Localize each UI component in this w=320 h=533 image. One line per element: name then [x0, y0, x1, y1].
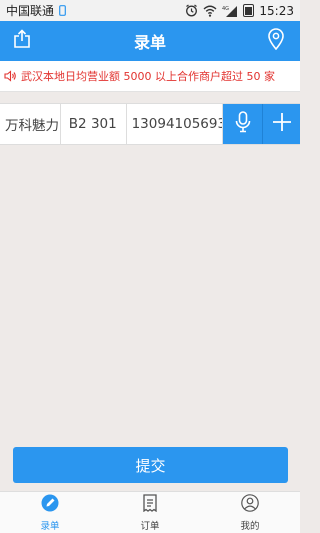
microphone-icon — [235, 111, 251, 137]
add-entry-button[interactable] — [263, 104, 300, 144]
speaker-icon — [4, 67, 17, 86]
network-type: 4G — [222, 6, 229, 12]
app-header: 录单 — [0, 21, 300, 61]
plus-icon — [272, 112, 292, 136]
nav-item-mine[interactable]: 我的 — [200, 492, 300, 533]
nav-label-orders: 订单 — [140, 520, 160, 532]
voice-input-button[interactable] — [223, 104, 264, 144]
wifi-icon — [203, 5, 217, 17]
page-title: 录单 — [133, 33, 166, 52]
bottom-nav: 录单 订单 我的 — [0, 491, 300, 533]
receipt-icon — [142, 493, 158, 516]
clock-time: 15:23 — [259, 3, 294, 18]
notice-text: 武汉本地日均营业额 5000 以上合作商户超过 50 家 — [21, 70, 275, 83]
nav-item-record[interactable]: 录单 — [0, 492, 100, 533]
share-icon — [12, 29, 32, 53]
edit-circle-icon — [41, 494, 59, 516]
location-pin-icon — [267, 28, 285, 54]
entry-row: 万科魅力 B2 301 13094105693 — [0, 103, 300, 145]
nav-label-record: 录单 — [40, 520, 60, 532]
share-button[interactable] — [10, 29, 34, 53]
customer-name-field[interactable]: 万科魅力 — [0, 104, 61, 144]
user-icon — [241, 493, 259, 516]
alarm-icon — [185, 4, 198, 17]
status-left: 中国联通 — [6, 2, 66, 19]
battery-icon — [243, 4, 255, 17]
notice-bar: 武汉本地日均营业额 5000 以上合作商户超过 50 家 — [0, 61, 300, 92]
location-button[interactable] — [264, 28, 288, 54]
status-bar: 中国联通 4G 15:23 — [0, 0, 300, 21]
status-right: 4G 15:23 — [185, 4, 294, 18]
nav-item-orders[interactable]: 订单 — [100, 492, 200, 533]
carrier-name: 中国联通 — [6, 4, 55, 18]
nav-label-mine: 我的 — [240, 520, 260, 532]
phone-field[interactable]: 13094105693 — [127, 104, 224, 144]
address-field[interactable]: B2 301 — [61, 104, 127, 144]
sim-icon — [59, 5, 66, 16]
submit-button[interactable]: 提交 — [13, 447, 288, 483]
signal-icon: 4G — [222, 5, 238, 17]
